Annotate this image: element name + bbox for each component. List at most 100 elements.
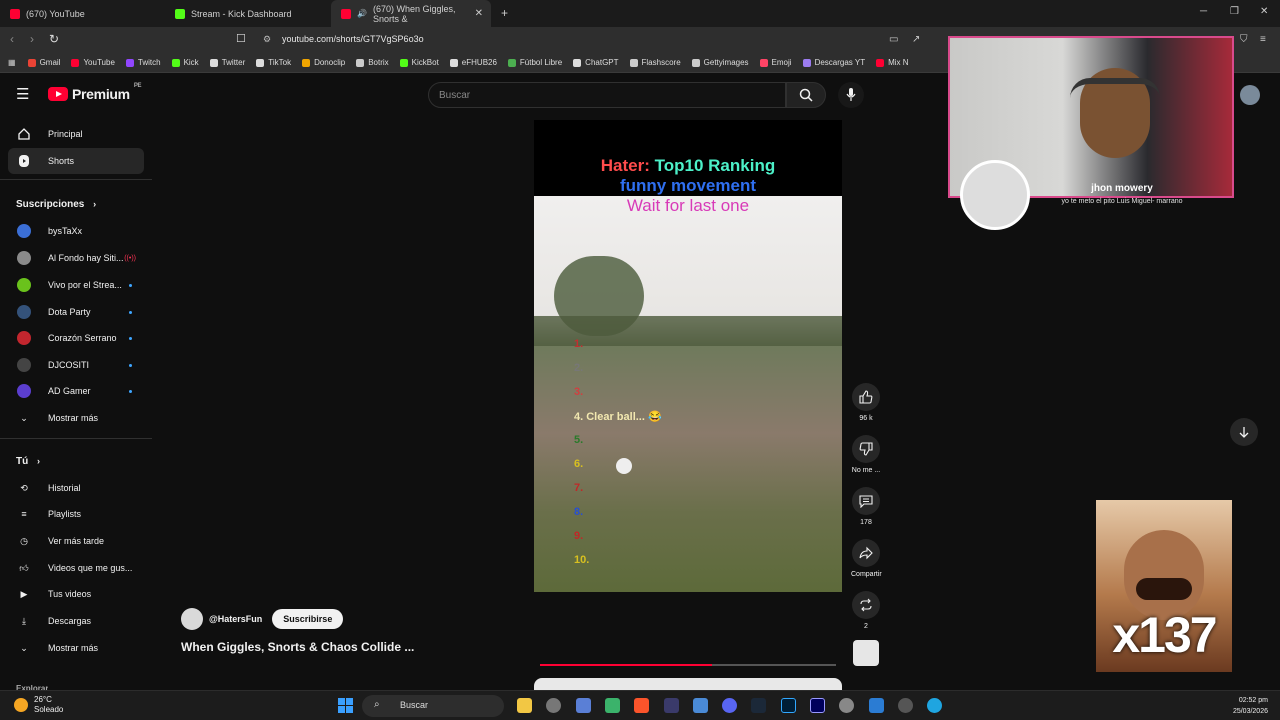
taskbar-search[interactable]: ⌕ Buscar bbox=[362, 695, 504, 717]
subscriptions-header[interactable]: Suscripciones › bbox=[16, 199, 96, 210]
comments-button[interactable]: 178 bbox=[851, 487, 881, 526]
sidebar-sub-item[interactable]: Vivo por el Strea... bbox=[8, 272, 144, 298]
photoshop-icon[interactable] bbox=[781, 698, 796, 713]
search-button[interactable] bbox=[786, 82, 826, 108]
maximize-icon[interactable]: ❐ bbox=[1230, 6, 1239, 17]
app-icon[interactable] bbox=[664, 698, 679, 713]
cast-icon[interactable]: ▭ bbox=[889, 34, 898, 45]
premiere-icon[interactable] bbox=[810, 698, 825, 713]
sidebar-sub-item[interactable]: Corazón Serrano bbox=[8, 325, 144, 351]
remix-icon bbox=[852, 591, 880, 619]
obs-icon[interactable] bbox=[546, 698, 561, 713]
dislike-button[interactable]: No me ... bbox=[851, 435, 881, 474]
windows-start-icon[interactable] bbox=[338, 698, 353, 713]
audio-source-thumbnail[interactable] bbox=[853, 640, 879, 666]
subs-show-more[interactable]: ⌄ Mostrar más bbox=[8, 405, 144, 431]
bookmark-chatgpt[interactable]: ChatGPT bbox=[573, 58, 619, 67]
share-page-icon[interactable]: ↗ bbox=[912, 34, 920, 45]
bookmark-icon[interactable]: ☐ bbox=[236, 32, 246, 45]
sidebar-sub-item[interactable]: Al Fondo hay Siti... ((•)) bbox=[8, 245, 144, 271]
voice-search-button[interactable] bbox=[838, 82, 864, 108]
bookmark-gettyimages[interactable]: Gettyimages bbox=[691, 58, 749, 67]
bookmark-futbol-libre[interactable]: Fútbol Libre bbox=[507, 58, 562, 67]
bookmark-twitch[interactable]: Twitch bbox=[125, 58, 161, 67]
bookmark-emoji[interactable]: Emoji bbox=[759, 58, 792, 67]
calculator-icon[interactable] bbox=[693, 698, 708, 713]
sidebar-item-descargas[interactable]: ⤓ Descargas bbox=[8, 608, 144, 634]
tab-youtube[interactable]: (670) YouTube bbox=[0, 0, 164, 27]
gettyimages-icon bbox=[691, 58, 700, 67]
next-short-preview[interactable] bbox=[534, 678, 842, 690]
bookmark-kickbot[interactable]: KickBot bbox=[399, 58, 439, 67]
system-clock[interactable]: 02:52 pm 25/03/2026 bbox=[1233, 695, 1268, 717]
weather-widget[interactable]: 26°C Soleado bbox=[14, 695, 63, 715]
like-button[interactable]: 96 k bbox=[851, 383, 881, 422]
reload-icon[interactable]: ↻ bbox=[49, 32, 59, 46]
brave-icon[interactable] bbox=[634, 698, 649, 713]
sidebar-item-liked-videos[interactable]: 👍︎ Videos que me gus... bbox=[8, 555, 144, 581]
hamburger-menu-icon[interactable]: ☰ bbox=[16, 85, 29, 103]
share-button[interactable]: Compartir bbox=[851, 539, 882, 578]
shield-icon[interactable]: ⛉ bbox=[1240, 34, 1248, 45]
speaker-icon: 🔊 bbox=[357, 9, 367, 18]
bookmark-descargas-yt[interactable]: Descargas YT bbox=[802, 58, 865, 67]
sidebar-item-shorts[interactable]: Shorts bbox=[8, 148, 144, 174]
short-title[interactable]: When Giggles, Snorts & Chaos Collide ... bbox=[181, 640, 414, 654]
bookmark-youtube[interactable]: YouTube bbox=[71, 58, 115, 67]
sidebar-sub-item[interactable]: Dota Party bbox=[8, 299, 144, 325]
sidebar-sub-item[interactable]: DJCOSITI bbox=[8, 352, 144, 378]
tab-kick-dashboard[interactable]: Stream - Kick Dashboard bbox=[165, 0, 330, 27]
new-tab-icon[interactable]: + bbox=[501, 6, 508, 20]
close-window-icon[interactable]: ✕ bbox=[1260, 6, 1268, 17]
apps-grid-icon[interactable]: ▦ bbox=[8, 58, 16, 67]
bookmark-efhub[interactable]: eFHUB26 bbox=[449, 58, 497, 67]
bookmark-mix[interactable]: Mix N bbox=[876, 58, 909, 67]
chatgpt-icon bbox=[573, 58, 582, 67]
chevron-down-icon: ⌄ bbox=[20, 642, 28, 653]
sidebar-item-ver-mas-tarde[interactable]: ◷ Ver más tarde bbox=[8, 528, 144, 554]
bookmark-flashscore[interactable]: Flashscore bbox=[629, 58, 681, 67]
app-icon[interactable] bbox=[576, 698, 591, 713]
menu-icon[interactable]: ≡ bbox=[1260, 34, 1266, 45]
sidebar-sub-item[interactable]: AD Gamer bbox=[8, 378, 144, 404]
sidebar-item-historial[interactable]: ⟲ Historial bbox=[8, 475, 144, 501]
next-short-button[interactable] bbox=[1230, 418, 1258, 446]
close-tab-icon[interactable]: ✕ bbox=[475, 8, 483, 19]
live-icon: ((•)) bbox=[124, 254, 136, 262]
channel-name[interactable]: @HatersFun bbox=[209, 614, 262, 624]
subscribe-button[interactable]: Suscribirse bbox=[272, 609, 344, 629]
minimize-icon[interactable]: ─ bbox=[1200, 6, 1207, 17]
forward-icon[interactable]: › bbox=[30, 32, 34, 46]
sidebar-item-principal[interactable]: Principal bbox=[8, 121, 144, 147]
bookmark-twitter[interactable]: Twitter bbox=[209, 58, 245, 67]
bookmark-gmail[interactable]: Gmail bbox=[27, 58, 60, 67]
video-progress-bar[interactable] bbox=[540, 664, 836, 666]
back-icon[interactable]: ‹ bbox=[10, 32, 14, 46]
bookmark-donoclip[interactable]: Donoclip bbox=[302, 58, 345, 67]
youtube-premium-logo[interactable]: Premium PE bbox=[48, 83, 142, 102]
sidebar-item-playlists[interactable]: ≡ Playlists bbox=[8, 501, 144, 527]
remix-button[interactable]: 2 bbox=[851, 591, 881, 630]
sidebar-sub-item[interactable]: bysTaXx bbox=[8, 218, 144, 244]
file-explorer-icon[interactable] bbox=[517, 698, 532, 713]
bookmark-tiktok[interactable]: TikTok bbox=[256, 58, 291, 67]
sidebar-item-tus-videos[interactable]: ▶ Tus videos bbox=[8, 581, 144, 607]
steam-icon[interactable] bbox=[751, 698, 766, 713]
media-player-icon[interactable] bbox=[898, 698, 913, 713]
tab-current-short[interactable]: 🔊 (670) When Giggles, Snorts & ✕ bbox=[331, 0, 491, 27]
channel-avatar[interactable] bbox=[181, 608, 203, 630]
user-avatar[interactable] bbox=[1240, 85, 1260, 105]
url-field[interactable]: youtube.com/shorts/GT7VgSP6o3o bbox=[282, 34, 424, 44]
search-input[interactable]: Buscar bbox=[428, 82, 786, 108]
settings-icon[interactable] bbox=[839, 698, 854, 713]
site-info-icon[interactable]: ⚙ bbox=[263, 34, 271, 45]
notepad-icon[interactable] bbox=[869, 698, 884, 713]
bookmark-botrix[interactable]: Botrix bbox=[356, 58, 389, 67]
you-header[interactable]: Tú › bbox=[16, 456, 40, 467]
short-video-player[interactable]: Hater: Top10 Ranking funny movement Wait… bbox=[534, 120, 842, 592]
app-icon[interactable] bbox=[605, 698, 620, 713]
you-show-more[interactable]: ⌄ Mostrar más bbox=[8, 635, 144, 661]
discord-icon[interactable] bbox=[722, 698, 737, 713]
edge-icon[interactable] bbox=[927, 698, 942, 713]
bookmark-kick[interactable]: Kick bbox=[171, 58, 199, 67]
